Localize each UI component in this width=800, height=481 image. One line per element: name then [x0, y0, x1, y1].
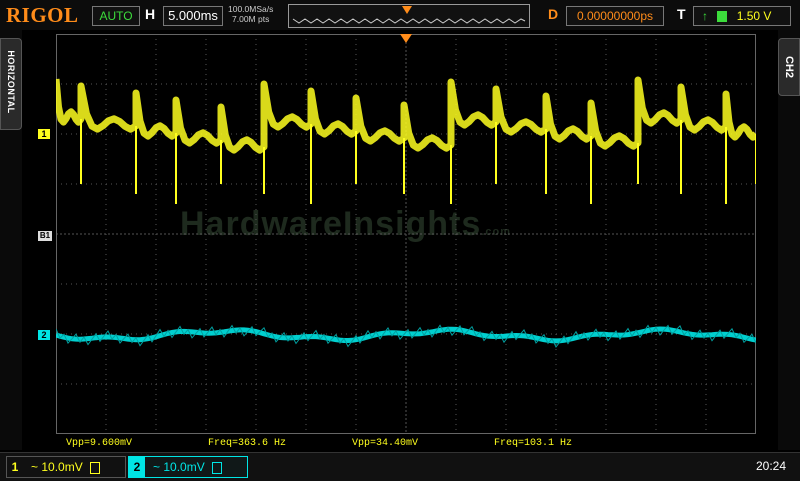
- ch2-vpp-measurement: Vpp=34.40mV: [352, 438, 419, 449]
- ch1-scale: ~ 10.0mV: [31, 460, 83, 474]
- source-channel-icon: [717, 11, 728, 23]
- ch1-bandwidth-icon: [90, 461, 101, 474]
- clock: 20:24: [756, 459, 787, 473]
- trigger-position-icon: [402, 6, 412, 14]
- sample-rate: 100.0MSa/s: [228, 4, 274, 14]
- memory-overview-waveform: [292, 6, 526, 24]
- trigger-level-value: 1.50 V: [736, 9, 772, 23]
- ch2-marker-label: 2: [41, 330, 47, 340]
- horizontal-menu-tab[interactable]: HORIZONTAL: [0, 38, 22, 130]
- ch2-bandwidth-icon: [212, 461, 223, 474]
- ch1-settings[interactable]: 1 ~ 10.0mV: [6, 456, 126, 478]
- run-mode-button[interactable]: AUTO: [92, 6, 140, 26]
- ref-b1-marker[interactable]: B1: [38, 231, 52, 241]
- ch1-marker[interactable]: 1: [38, 129, 50, 139]
- ch2-scale: ~ 10.0mV: [153, 460, 205, 474]
- trigger-settings[interactable]: ↑ 1.50 V: [693, 6, 791, 26]
- trigger-position-marker: [400, 34, 412, 43]
- memory-depth: 7.00M pts: [232, 14, 270, 24]
- ch2-tab-label: CH2: [783, 55, 795, 78]
- rising-edge-icon: ↑: [702, 9, 708, 23]
- graticule: [56, 34, 756, 434]
- ch1-number: 1: [11, 460, 19, 474]
- ch1-vpp-measurement: Vpp=9.600mV: [66, 438, 133, 449]
- memory-overview-bar[interactable]: [288, 4, 530, 28]
- ch1-marker-label: 1: [41, 129, 47, 139]
- top-bar: RIGOL AUTO H 5.000ms 100.0MSa/s 7.00M pt…: [0, 0, 800, 30]
- delay-label: D: [548, 6, 559, 22]
- ch2-marker[interactable]: 2: [38, 330, 50, 340]
- timebase-value[interactable]: 5.000ms: [163, 6, 223, 26]
- delay-value[interactable]: 0.00000000ps: [566, 6, 664, 26]
- ch1-waveform: [56, 76, 756, 154]
- trigger-label: T: [677, 6, 686, 22]
- ch2-freq-measurement: Freq=103.1 Hz: [494, 438, 573, 449]
- ch2-number: 2: [129, 457, 145, 477]
- acquisition-info: 100.0MSa/s 7.00M pts: [228, 4, 273, 24]
- ch1-freq-measurement: Freq=363.6 Hz: [208, 438, 287, 449]
- ref-marker-label: B1: [39, 231, 51, 240]
- waveform-display[interactable]: [56, 34, 756, 434]
- horizontal-label: H: [145, 6, 156, 22]
- brand-logo: RIGOL: [6, 3, 79, 27]
- ch2-settings[interactable]: 2 ~ 10.0mV: [128, 456, 248, 478]
- ch2-menu-tab[interactable]: CH2: [778, 38, 800, 96]
- horizontal-tab-label: HORIZONTAL: [6, 50, 16, 114]
